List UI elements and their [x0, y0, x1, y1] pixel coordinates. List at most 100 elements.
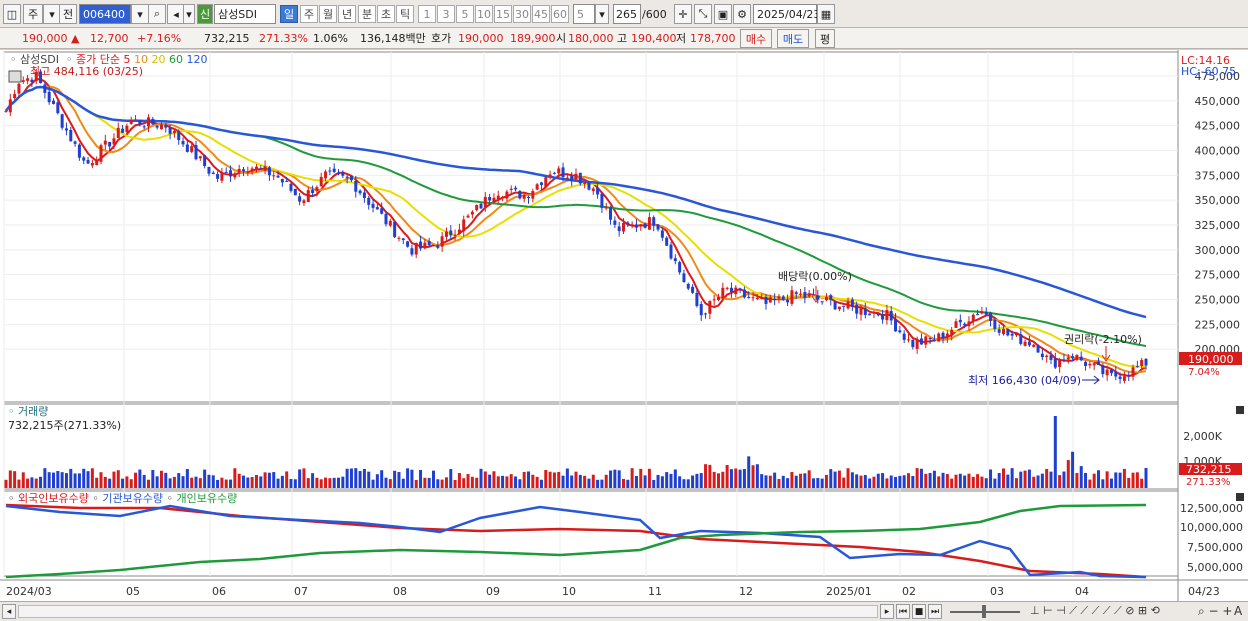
panel-icon[interactable]: [8, 70, 22, 83]
price-tick-label: 450,000: [1195, 95, 1241, 108]
crosshair-icon[interactable]: ✛: [674, 4, 692, 24]
tab-second[interactable]: 초: [377, 5, 395, 23]
candle-body: [976, 314, 980, 316]
scroll-left-icon[interactable]: ◂: [2, 604, 16, 619]
tab-day[interactable]: 일: [280, 5, 298, 23]
volume-bar: [609, 470, 613, 488]
candle-body: [578, 172, 582, 184]
font-size-icon[interactable]: A: [1234, 604, 1242, 618]
minute-option[interactable]: 60: [551, 5, 569, 23]
volume-bar: [712, 471, 716, 488]
price-tick-label: 225,000: [1195, 318, 1241, 331]
minute-option[interactable]: 45: [532, 5, 550, 23]
volume-bar: [535, 476, 539, 488]
volume-bar: [1014, 478, 1018, 488]
x-tick-label: 10: [562, 585, 576, 598]
volume-bar: [17, 479, 21, 488]
stock-chart[interactable]: 475,000450,000425,000400,000375,000350,0…: [0, 50, 1248, 603]
window-icon[interactable]: ◫: [3, 4, 21, 24]
stock-name-field[interactable]: 삼성SDI: [214, 4, 276, 24]
x-tick-label: 2025/01: [826, 585, 872, 598]
volume-bar: [229, 479, 233, 488]
scroll-track[interactable]: [18, 605, 878, 618]
candle-body: [337, 173, 340, 175]
candle-body: [764, 296, 768, 304]
volume-bar: [276, 478, 280, 488]
tab-tick[interactable]: 틱: [396, 5, 414, 23]
candle-body: [142, 126, 146, 128]
candle-body: [298, 196, 302, 202]
volume-bar: [717, 473, 720, 488]
volume-bar: [1032, 476, 1036, 488]
minute-option[interactable]: 10: [475, 5, 493, 23]
interval-input[interactable]: 5: [573, 4, 595, 24]
sell-button[interactable]: 매도: [777, 29, 809, 48]
candle-body: [609, 207, 613, 220]
count-input[interactable]: 265: [613, 4, 641, 24]
code-input[interactable]: 006400: [79, 4, 131, 24]
candle-body: [444, 231, 448, 237]
zoom-icon[interactable]: ⌕ − +: [1198, 604, 1232, 619]
avg-button[interactable]: 평: [815, 29, 835, 48]
save-icon[interactable]: ▣: [714, 4, 732, 24]
volume-bar: [911, 476, 915, 488]
calendar-icon[interactable]: ▦: [817, 4, 835, 24]
volume-bar: [539, 479, 543, 488]
search-icon[interactable]: ⌕: [148, 4, 166, 24]
volume-bar: [371, 479, 375, 488]
volume-bar: [285, 471, 289, 488]
volume-bar: [13, 471, 17, 488]
volume-bar: [1122, 468, 1126, 488]
volume-bar: [807, 470, 811, 488]
candle-body: [285, 180, 289, 182]
minute-option[interactable]: 15: [494, 5, 512, 23]
volume-bar: [306, 478, 310, 488]
volume-bar: [237, 473, 241, 488]
chevron-down-icon[interactable]: ▾: [595, 4, 609, 24]
volume-bar: [380, 470, 384, 488]
tab-month[interactable]: 월: [319, 5, 337, 23]
x-tick-label: 03: [990, 585, 1004, 598]
volume-bar: [708, 464, 712, 488]
zoom-handle[interactable]: [982, 605, 986, 618]
candle-body: [263, 166, 267, 171]
volume-bar: [1058, 475, 1062, 488]
scroll-bar[interactable]: ◂ ▸ ⏮ ■ ⏭ ⊥ ⊢ ⊣ ⟋ ⟋ ⟋ ⟋ ⟋ ⊘ ⊞ ⟲ ⌕ − + A: [0, 601, 1248, 621]
buy-button[interactable]: 매수: [740, 29, 772, 48]
volume-bar: [358, 471, 362, 488]
market-select[interactable]: 주: [23, 4, 43, 24]
chevron-down-icon[interactable]: ▾: [183, 4, 195, 24]
scroll-right-icon[interactable]: ▸: [880, 604, 894, 619]
volume-bar: [678, 476, 682, 488]
candle-body: [734, 287, 738, 295]
prev-button[interactable]: 전: [59, 4, 77, 24]
tab-year[interactable]: 년: [338, 5, 356, 23]
close-icon[interactable]: [1236, 406, 1244, 414]
volume-bar: [574, 471, 578, 488]
date-input[interactable]: 2025/04/23: [753, 4, 820, 24]
minute-option[interactable]: 1: [418, 5, 436, 23]
volume-bar: [449, 469, 453, 488]
holding-lines: [5, 503, 1147, 579]
tab-minute[interactable]: 분: [358, 5, 376, 23]
last-icon[interactable]: ⏭: [928, 604, 942, 619]
close-icon[interactable]: [1236, 493, 1244, 501]
volume-bar: [60, 472, 64, 488]
chart-area[interactable]: 475,000 450,000 425,000 400,000 375,000 350,0…: [0, 50, 1248, 603]
draw-tools-icon[interactable]: ⊥ ⊢ ⊣ ⟋ ⟋ ⟋ ⟋ ⟋ ⊘ ⊞ ⟲: [1030, 604, 1160, 618]
code-dropdown-icon[interactable]: ▾: [131, 4, 149, 24]
candle-body: [319, 176, 323, 187]
minute-option[interactable]: 5: [456, 5, 474, 23]
price-tick-label: 325,000: [1195, 219, 1241, 232]
minute-option[interactable]: 30: [513, 5, 531, 23]
tools-icon[interactable]: ⤡: [694, 4, 712, 24]
candle-body: [362, 192, 366, 198]
minute-option[interactable]: 3: [437, 5, 455, 23]
gear-icon[interactable]: ⚙: [733, 4, 751, 24]
tab-week[interactable]: 주: [300, 5, 318, 23]
candle-body: [1014, 332, 1018, 336]
stop-icon[interactable]: ■: [912, 604, 926, 619]
candle-body: [1023, 341, 1027, 346]
volume-bar: [470, 476, 474, 488]
first-icon[interactable]: ⏮: [896, 604, 910, 619]
